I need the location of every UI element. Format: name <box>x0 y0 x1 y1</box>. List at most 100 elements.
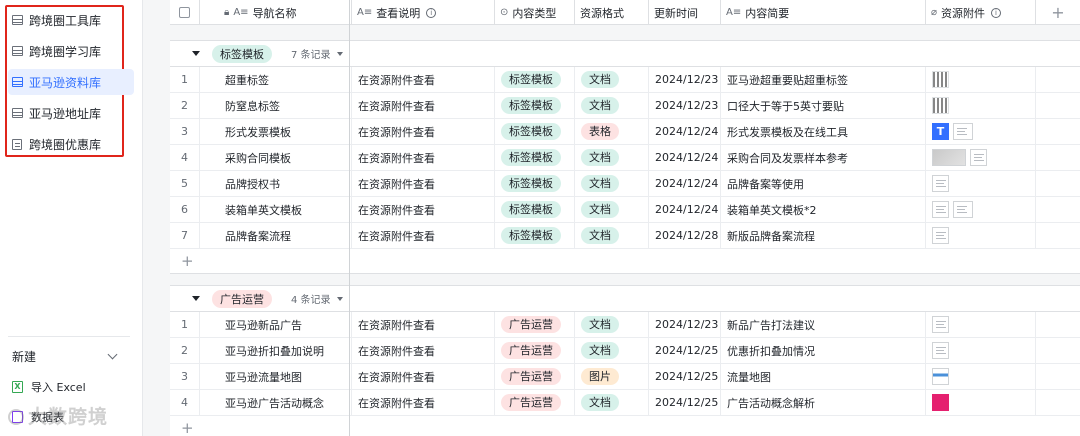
cell-name[interactable]: 亚马逊广告活动概念 <box>200 390 352 415</box>
table-row[interactable]: 1 超重标签 在资源附件查看 标签模板 文档 2024/12/23 亚马逊超重要贴超重标签 <box>170 67 1080 93</box>
cell-view[interactable]: 在资源附件查看 <box>352 223 495 248</box>
import-excel-button[interactable]: X 导入 Excel <box>12 378 86 396</box>
cell-format[interactable]: 文档 <box>575 93 649 118</box>
cell-name[interactable]: 防窒息标签 <box>200 93 352 118</box>
cell-format[interactable]: 文档 <box>575 67 649 92</box>
table-row[interactable]: 1 亚马逊新品广告 在资源附件查看 广告运营 文档 2024/12/23 新品广告打法建议 <box>170 312 1080 338</box>
new-button[interactable]: 新建 <box>12 346 122 366</box>
cell-format[interactable]: 文档 <box>575 390 649 415</box>
cell-type[interactable]: 广告运营 <box>495 390 575 415</box>
cell-summary[interactable]: 新品广告打法建议 <box>721 312 926 337</box>
attachment-thumbnail[interactable] <box>953 201 973 218</box>
cell-summary[interactable]: 形式发票模板及在线工具 <box>721 119 926 144</box>
cell-name[interactable]: 品牌备案流程 <box>200 223 352 248</box>
cell-attachment[interactable] <box>926 223 1036 248</box>
add-record-button[interactable]: + <box>170 416 1080 436</box>
column-header-format[interactable]: 资源格式 <box>575 0 649 25</box>
attachment-thumbnail[interactable] <box>932 175 949 192</box>
cell-view[interactable]: 在资源附件查看 <box>352 93 495 118</box>
select-all-checkbox[interactable] <box>170 0 200 25</box>
attachment-thumbnail[interactable]: T <box>932 123 949 140</box>
cell-date[interactable]: 2024/12/25 <box>649 364 721 389</box>
cell-format[interactable]: 文档 <box>575 197 649 222</box>
attachment-thumbnail[interactable] <box>970 149 987 166</box>
cell-summary[interactable]: 装箱单英文模板*2 <box>721 197 926 222</box>
group-header[interactable]: 广告运营 4 条记录 <box>170 286 1080 312</box>
add-record-button[interactable]: + <box>170 249 1080 273</box>
cell-attachment[interactable] <box>926 364 1036 389</box>
cell-name[interactable]: 形式发票模板 <box>200 119 352 144</box>
cell-date[interactable]: 2024/12/28 <box>649 223 721 248</box>
cell-summary[interactable]: 品牌备案等使用 <box>721 171 926 196</box>
collapse-triangle-icon[interactable] <box>192 51 200 56</box>
cell-name[interactable]: 亚马逊折扣叠加说明 <box>200 338 352 363</box>
cell-format[interactable]: 文档 <box>575 338 649 363</box>
cell-type[interactable]: 广告运营 <box>495 338 575 363</box>
cell-type[interactable]: 标签模板 <box>495 93 575 118</box>
column-header-type[interactable]: ⊙ 内容类型 <box>495 0 575 25</box>
table-row[interactable]: 5 品牌授权书 在资源附件查看 标签模板 文档 2024/12/24 品牌备案等使用 <box>170 171 1080 197</box>
cell-attachment[interactable]: T <box>926 119 1036 144</box>
cell-view[interactable]: 在资源附件查看 <box>352 67 495 92</box>
cell-format[interactable]: 文档 <box>575 145 649 170</box>
cell-name[interactable]: 装箱单英文模板 <box>200 197 352 222</box>
add-column-button[interactable]: + <box>1036 0 1080 25</box>
cell-type[interactable]: 广告运营 <box>495 312 575 337</box>
cell-view[interactable]: 在资源附件查看 <box>352 171 495 196</box>
info-icon[interactable]: i <box>426 7 437 18</box>
cell-date[interactable]: 2024/12/25 <box>649 390 721 415</box>
attachment-thumbnail[interactable] <box>932 97 949 114</box>
cell-date[interactable]: 2024/12/24 <box>649 119 721 144</box>
cell-date[interactable]: 2024/12/24 <box>649 145 721 170</box>
cell-date[interactable]: 2024/12/25 <box>649 338 721 363</box>
column-header-date[interactable]: 更新时间 <box>649 0 721 25</box>
cell-name[interactable]: 亚马逊流量地图 <box>200 364 352 389</box>
cell-date[interactable]: 2024/12/23 <box>649 312 721 337</box>
attachment-thumbnail[interactable] <box>932 316 949 333</box>
cell-format[interactable]: 文档 <box>575 312 649 337</box>
cell-summary[interactable]: 亚马逊超重要贴超重标签 <box>721 67 926 92</box>
sidebar-item-tools[interactable]: 跨境圈工具库 <box>8 7 134 33</box>
attachment-thumbnail[interactable] <box>932 149 966 166</box>
cell-date[interactable]: 2024/12/23 <box>649 67 721 92</box>
cell-format[interactable]: 文档 <box>575 171 649 196</box>
table-row[interactable]: 3 亚马逊流量地图 在资源附件查看 广告运营 图片 2024/12/25 流量地图 <box>170 364 1080 390</box>
attachment-thumbnail[interactable] <box>932 394 949 411</box>
attachment-thumbnail[interactable] <box>932 227 949 244</box>
cell-type[interactable]: 标签模板 <box>495 119 575 144</box>
cell-format[interactable]: 图片 <box>575 364 649 389</box>
cell-summary[interactable]: 采购合同及发票样本参考 <box>721 145 926 170</box>
table-row[interactable]: 4 亚马逊广告活动概念 在资源附件查看 广告运营 文档 2024/12/25 广告活动概念解… <box>170 390 1080 416</box>
cell-attachment[interactable] <box>926 145 1036 170</box>
cell-format[interactable]: 表格 <box>575 119 649 144</box>
cell-summary[interactable]: 优惠折扣叠加情况 <box>721 338 926 363</box>
cell-type[interactable]: 标签模板 <box>495 67 575 92</box>
cell-type[interactable]: 标签模板 <box>495 223 575 248</box>
cell-type[interactable]: 标签模板 <box>495 197 575 222</box>
cell-type[interactable]: 标签模板 <box>495 145 575 170</box>
table-row[interactable]: 2 防窒息标签 在资源附件查看 标签模板 文档 2024/12/23 口径大于等于5英寸要贴 <box>170 93 1080 119</box>
cell-name[interactable]: 亚马逊新品广告 <box>200 312 352 337</box>
cell-date[interactable]: 2024/12/23 <box>649 93 721 118</box>
table-row[interactable]: 7 品牌备案流程 在资源附件查看 标签模板 文档 2024/12/28 新版品牌备案流程 <box>170 223 1080 249</box>
column-header-name[interactable]: 🔒︎ A≡ 导航名称 <box>200 0 352 25</box>
group-header[interactable]: 标签模板 7 条记录 <box>170 41 1080 67</box>
cell-summary[interactable]: 新版品牌备案流程 <box>721 223 926 248</box>
cell-format[interactable]: 文档 <box>575 223 649 248</box>
sidebar-item-learning[interactable]: 跨境圈学习库 <box>8 38 134 64</box>
cell-attachment[interactable] <box>926 67 1036 92</box>
table-row[interactable]: 6 装箱单英文模板 在资源附件查看 标签模板 文档 2024/12/24 装箱单英文模板*2 <box>170 197 1080 223</box>
cell-view[interactable]: 在资源附件查看 <box>352 197 495 222</box>
attachment-thumbnail[interactable] <box>932 71 949 88</box>
column-header-summary[interactable]: A≡ 内容简要 <box>721 0 926 25</box>
group-count[interactable]: 4 条记录 <box>291 291 343 306</box>
sidebar-item-amazon-resources[interactable]: 亚马逊资料库 <box>8 69 134 95</box>
cell-date[interactable]: 2024/12/24 <box>649 197 721 222</box>
table-row[interactable]: 3 形式发票模板 在资源附件查看 标签模板 表格 2024/12/24 形式发票模板及在线工… <box>170 119 1080 145</box>
cell-attachment[interactable] <box>926 93 1036 118</box>
cell-type[interactable]: 标签模板 <box>495 171 575 196</box>
table-row[interactable]: 2 亚马逊折扣叠加说明 在资源附件查看 广告运营 文档 2024/12/25 优惠折扣叠加情… <box>170 338 1080 364</box>
cell-view[interactable]: 在资源附件查看 <box>352 312 495 337</box>
column-header-view[interactable]: A≡ 查看说明 i <box>352 0 495 25</box>
cell-name[interactable]: 品牌授权书 <box>200 171 352 196</box>
